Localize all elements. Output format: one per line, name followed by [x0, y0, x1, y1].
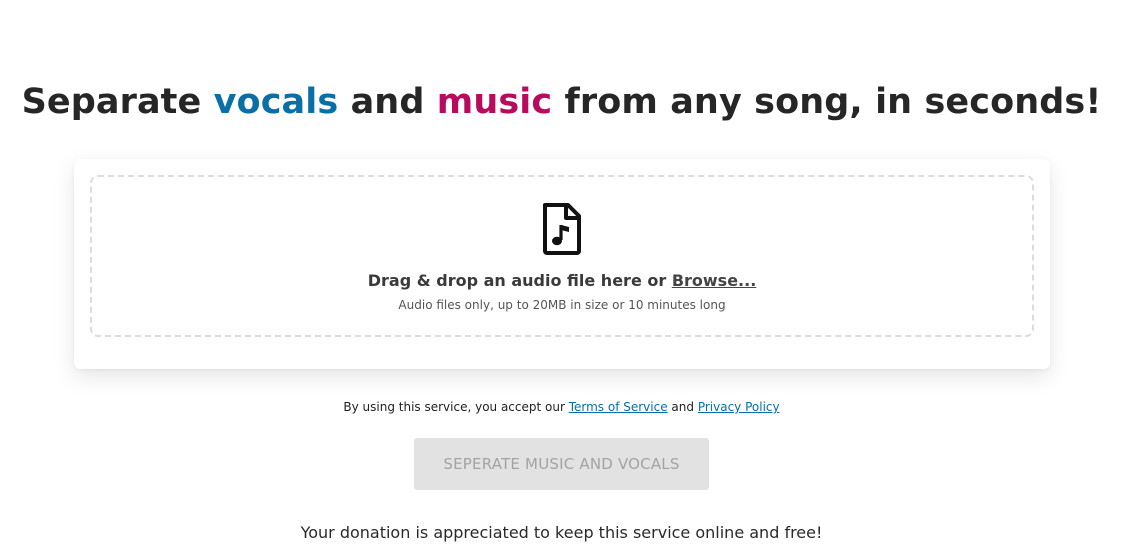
- dropzone-prompt: Drag & drop an audio file here or: [367, 271, 672, 290]
- headline-text-3: from any song, in seconds!: [552, 82, 1102, 122]
- terms-notice: By using this service, you accept our Te…: [0, 400, 1123, 414]
- privacy-policy-link[interactable]: Privacy Policy: [698, 400, 780, 414]
- dropzone-hint: Audio files only, up to 20MB in size or …: [398, 298, 726, 312]
- audio-file-icon: [543, 203, 581, 255]
- browse-link[interactable]: Browse...: [672, 271, 756, 290]
- page-title: Separate vocals and music from any song,…: [0, 82, 1123, 122]
- donation-message: Your donation is appreciated to keep thi…: [300, 523, 823, 542]
- audio-dropzone[interactable]: Drag & drop an audio file here or Browse…: [90, 175, 1034, 337]
- terms-middle: and: [667, 400, 698, 414]
- headline-vocals: vocals: [213, 82, 339, 122]
- dropzone-title: Drag & drop an audio file here or Browse…: [92, 271, 1032, 290]
- upload-card: Drag & drop an audio file here or Browse…: [74, 159, 1050, 369]
- terms-prefix: By using this service, you accept our: [343, 400, 569, 414]
- headline-text-2: and: [338, 82, 437, 122]
- page: Separate vocals and music from any song,…: [0, 0, 1133, 554]
- terms-of-service-link[interactable]: Terms of Service: [569, 400, 668, 414]
- headline-text-1: Separate: [21, 82, 214, 122]
- separate-button[interactable]: SEPERATE MUSIC AND VOCALS: [414, 438, 709, 490]
- headline-music: music: [436, 82, 553, 122]
